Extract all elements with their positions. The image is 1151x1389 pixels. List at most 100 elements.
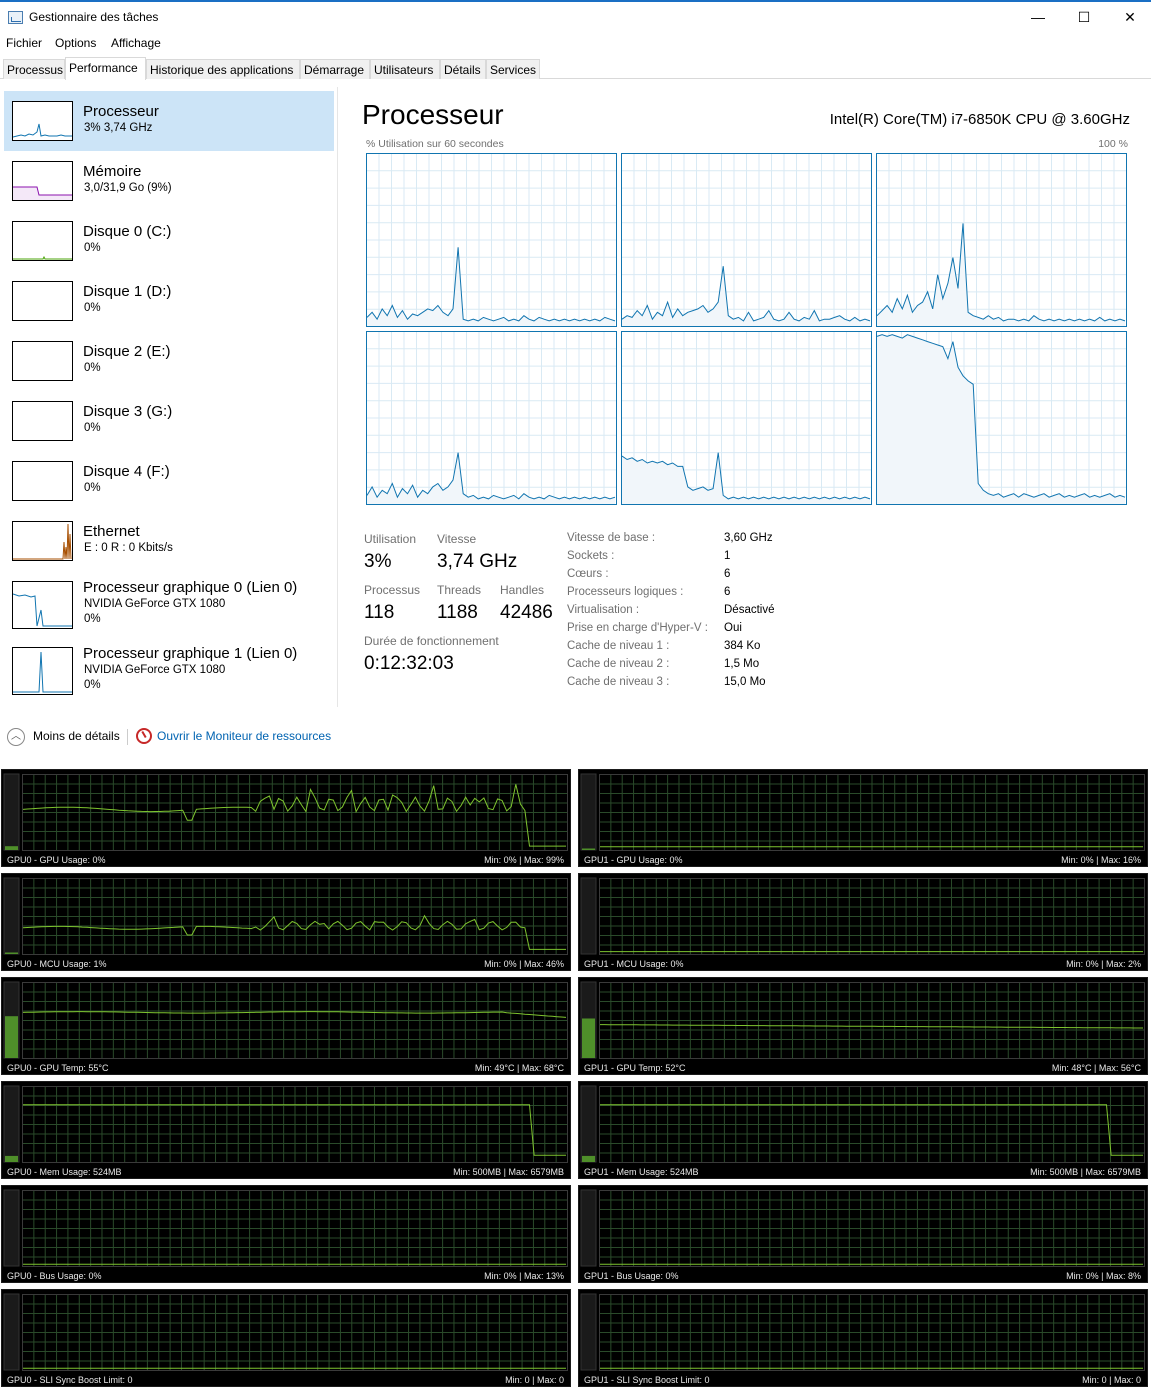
axis-left-label: % Utilisation sur 60 secondes: [366, 138, 504, 150]
sidebar-item-sub: 0%: [84, 242, 101, 254]
axis-right-label: 100 %: [1098, 138, 1128, 150]
gpu-panel-minmax: Min: 500MB | Max: 6579MB: [453, 1167, 564, 1177]
gpu0-thumb-graph: [13, 593, 72, 627]
gpu-monitor-panel: GPU0 - Mem Usage: 524MB Min: 500MB | Max:…: [1, 1081, 571, 1179]
sidebar-item-sub: 0%: [84, 422, 101, 434]
gpu-level-bar: [580, 877, 597, 955]
detail-key: Cache de niveau 3 :: [567, 676, 670, 688]
vitesse-label: Vitesse: [437, 532, 477, 546]
sidebar-item-label: Mémoire: [83, 163, 142, 180]
cpu-core-graph: [621, 331, 872, 505]
gpu-level-bar: [3, 1085, 20, 1163]
sidebar-item-disque-2[interactable]: Disque 2 (E:) 0%: [4, 331, 334, 391]
sidebar-item-label: Disque 3 (G:): [83, 403, 173, 420]
sidebar-item-ethernet[interactable]: Ethernet E : 0 R : 0 Kbits/s: [4, 511, 334, 571]
uptime-label: Durée de fonctionnement: [364, 634, 499, 648]
minimize-button[interactable]: —: [1015, 2, 1061, 32]
gpu-panel-minmax: Min: 0% | Max: 46%: [484, 959, 564, 969]
gpu-monitor-panels: GPU0 - GPU Usage: 0% Min: 0% | Max: 99% GP…: [0, 759, 1151, 1389]
memory-thumbnail: [12, 161, 73, 201]
tab-historique[interactable]: Historique des applications: [146, 59, 300, 79]
resource-monitor-icon: [136, 728, 152, 744]
sidebar-item-sub: E : 0 R : 0 Kbits/s: [84, 542, 173, 554]
gpu-level-bar: [3, 1189, 20, 1267]
tab-processus[interactable]: Processus: [3, 59, 65, 79]
sidebar-item-gpu-1[interactable]: Processeur graphique 1 (Lien 0) NVIDIA G…: [4, 637, 334, 697]
cpu-core-graph: [366, 153, 617, 327]
detail-key: Sockets :: [567, 550, 615, 562]
tab-demarrage[interactable]: Démarrage: [300, 59, 370, 79]
sidebar-item-label: Disque 4 (F:): [83, 463, 170, 480]
menu-affichage[interactable]: Affichage: [111, 36, 161, 50]
sidebar-item-disque-3[interactable]: Disque 3 (G:) 0%: [4, 391, 334, 451]
tab-services[interactable]: Services: [486, 59, 540, 79]
cpu-thumbnail: [12, 101, 73, 141]
gpu-panel-label: GPU1 - SLI Sync Boost Limit: 0: [584, 1375, 710, 1385]
handles-label: Handles: [500, 583, 545, 597]
detail-key: Prise en charge d'Hyper-V :: [567, 622, 708, 634]
sidebar-item-label: Processeur graphique 1 (Lien 0): [83, 645, 298, 662]
sidebar-item-gpu-0[interactable]: Processeur graphique 0 (Lien 0) NVIDIA G…: [4, 571, 334, 631]
tab-details[interactable]: Détails: [440, 59, 486, 79]
detail-key: Processeurs logiques :: [567, 586, 684, 598]
gpu-monitor-graph: [3, 1293, 568, 1371]
disk-thumbnail: [12, 401, 73, 441]
vitesse-value: 3,74 GHz: [437, 551, 518, 572]
tab-strip: Processus Performance Historique des app…: [0, 57, 1151, 80]
gpu0-thumbnail: [12, 581, 73, 629]
chevron-up-icon[interactable]: ︿: [7, 728, 25, 746]
sidebar-item-label: Disque 1 (D:): [83, 283, 172, 300]
processus-value: 118: [364, 602, 395, 623]
sidebar-item-disque-1[interactable]: Disque 1 (D:) 0%: [4, 271, 334, 331]
sidebar-item-processeur[interactable]: Processeur 3% 3,74 GHz: [4, 91, 334, 151]
menu-options[interactable]: Options: [55, 36, 96, 50]
footer-separator: [127, 729, 128, 745]
gpu-monitor-panel: GPU1 - GPU Usage: 0% Min: 0% | Max: 16%: [578, 769, 1148, 867]
close-button[interactable]: ✕: [1107, 2, 1151, 32]
gpu-panel-minmax: Min: 0% | Max: 8%: [1066, 1271, 1141, 1281]
sidebar-item-sub: 0%: [84, 482, 101, 494]
less-details-button[interactable]: Moins de détails: [33, 729, 120, 743]
gpu-monitor-graph: [3, 773, 568, 851]
gpu-level-bar: [580, 1293, 597, 1371]
menu-bar: Fichier Options Affichage: [0, 32, 1151, 54]
gpu-monitor-graph: [580, 1293, 1145, 1371]
utilisation-value: 3%: [364, 551, 392, 572]
gpu-monitor-graph: [3, 1189, 568, 1267]
threads-label: Threads: [437, 583, 482, 597]
gpu-monitor-panel: GPU1 - Mem Usage: 524MB Min: 500MB | Max:…: [578, 1081, 1148, 1179]
processus-label: Processus: [364, 583, 421, 597]
gpu-monitor-panel: GPU1 - MCU Usage: 0% Min: 0% | Max: 2%: [578, 873, 1148, 971]
tab-performance[interactable]: Performance: [65, 57, 146, 80]
gpu-panel-label: GPU0 - Bus Usage: 0%: [7, 1271, 102, 1281]
cpu-core-graph: [621, 153, 872, 327]
gpu-panel-label: GPU0 - SLI Sync Boost Limit: 0: [7, 1375, 133, 1385]
cpu-graphs-svg: [366, 153, 1127, 505]
menu-fichier[interactable]: Fichier: [6, 36, 42, 50]
gpu-level-fill: [5, 952, 18, 954]
sidebar-item-disque-4[interactable]: Disque 4 (F:) 0%: [4, 451, 334, 511]
resource-monitor-link[interactable]: Ouvrir le Moniteur de ressources: [157, 729, 331, 743]
tab-utilisateurs[interactable]: Utilisateurs: [370, 59, 440, 79]
gpu-level-fill: [582, 1018, 595, 1058]
sidebar-item-disque-0[interactable]: Disque 0 (C:) 0%: [4, 211, 334, 271]
sidebar-item-memoire[interactable]: Mémoire 3,0/31,9 Go (9%): [4, 151, 334, 211]
maximize-button[interactable]: ☐: [1061, 2, 1107, 32]
gpu-level-bar: [580, 1189, 597, 1267]
gpu-level-bar: [3, 1293, 20, 1371]
disk-thumbnail: [12, 341, 73, 381]
cpu-thumb-graph: [13, 123, 72, 138]
sidebar-item-sub: 0%: [84, 302, 101, 314]
gpu-panel-label: GPU0 - MCU Usage: 1%: [7, 959, 107, 969]
title-bar: Gestionnaire des tâches — ☐ ✕: [0, 2, 1151, 32]
sidebar-item-label: Processeur graphique 0 (Lien 0): [83, 579, 298, 596]
detail-key: Virtualisation :: [567, 604, 640, 616]
disk-thumbnail: [12, 281, 73, 321]
gpu1-thumb-graph: [13, 651, 72, 693]
sidebar-item-label: Processeur: [83, 103, 159, 120]
task-manager-icon: [8, 11, 23, 24]
gpu-panel-minmax: Min: 0% | Max: 2%: [1066, 959, 1141, 969]
utilisation-label: Utilisation: [364, 532, 417, 546]
gpu-panel-minmax: Min: 0% | Max: 16%: [1061, 855, 1141, 865]
gpu-monitor-panel: GPU0 - GPU Usage: 0% Min: 0% | Max: 99%: [1, 769, 571, 867]
